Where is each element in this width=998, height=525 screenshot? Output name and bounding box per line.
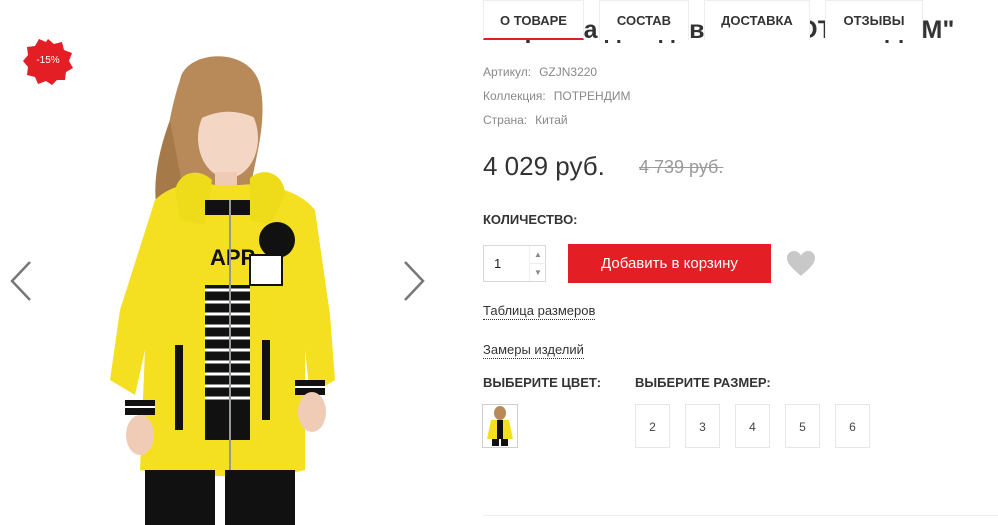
article-row: Артикул: GZJN3220 xyxy=(483,65,597,79)
add-to-cart-button[interactable]: Добавить в корзину xyxy=(568,244,771,283)
size-label: ВЫБЕРИТЕ РАЗМЕР: xyxy=(635,375,771,390)
tab-composition[interactable]: СОСТАВ xyxy=(599,0,689,40)
size-option[interactable]: 6 xyxy=(835,404,870,448)
article-label: Артикул: xyxy=(483,65,532,79)
chevron-right-icon xyxy=(404,261,425,301)
old-price: 4 739 руб. xyxy=(639,157,724,177)
color-swatch-yellow[interactable] xyxy=(482,404,518,448)
size-option[interactable]: 2 xyxy=(635,404,670,448)
quantity-label: КОЛИЧЕСТВО: xyxy=(483,212,578,227)
discount-badge-text: -15% xyxy=(36,55,60,66)
size-table-link[interactable]: Таблица размеров xyxy=(483,303,596,320)
tab-reviews[interactable]: ОТЗЫВЫ xyxy=(825,0,923,40)
article-value: GZJN3220 xyxy=(539,65,598,79)
country-row: Страна: Китай xyxy=(483,113,568,127)
tab-about[interactable]: О ТОВАРЕ xyxy=(483,0,584,40)
product-photo: APP xyxy=(110,56,335,525)
favorite-button[interactable] xyxy=(786,250,816,278)
measurements-link[interactable]: Замеры изделий xyxy=(483,342,584,359)
product-gallery: -15% APP xyxy=(0,0,440,525)
quantity-decrease-button[interactable]: ▼ xyxy=(529,264,546,281)
collection-row: Коллекция: ПОТРЕНДИМ xyxy=(483,89,630,103)
chevron-left-icon xyxy=(10,261,31,301)
color-label: ВЫБЕРИТЕ ЦВЕТ: xyxy=(483,375,602,390)
gallery-next-button[interactable] xyxy=(401,258,427,304)
color-swatch-thumbnail xyxy=(487,406,513,446)
size-option[interactable]: 3 xyxy=(685,404,720,448)
country-label: Страна: xyxy=(483,113,528,127)
collection-value: ПОТРЕНДИМ xyxy=(553,89,631,103)
tab-delivery[interactable]: ДОСТАВКА xyxy=(704,0,810,40)
size-option[interactable]: 5 xyxy=(785,404,820,448)
quantity-stepper: ▲ ▼ xyxy=(483,245,546,282)
country-value: Китай xyxy=(535,113,568,127)
current-price: 4 029 руб. xyxy=(483,151,605,181)
discount-badge: -15% xyxy=(23,39,73,85)
collection-label: Коллекция: xyxy=(483,89,546,103)
tabs-divider xyxy=(483,515,998,516)
svg-text:APP: APP xyxy=(210,245,255,270)
size-option[interactable]: 4 xyxy=(735,404,770,448)
gallery-prev-button[interactable] xyxy=(8,258,34,304)
quantity-increase-button[interactable]: ▲ xyxy=(529,246,546,264)
heart-icon xyxy=(787,251,815,276)
quantity-input[interactable] xyxy=(484,246,528,281)
